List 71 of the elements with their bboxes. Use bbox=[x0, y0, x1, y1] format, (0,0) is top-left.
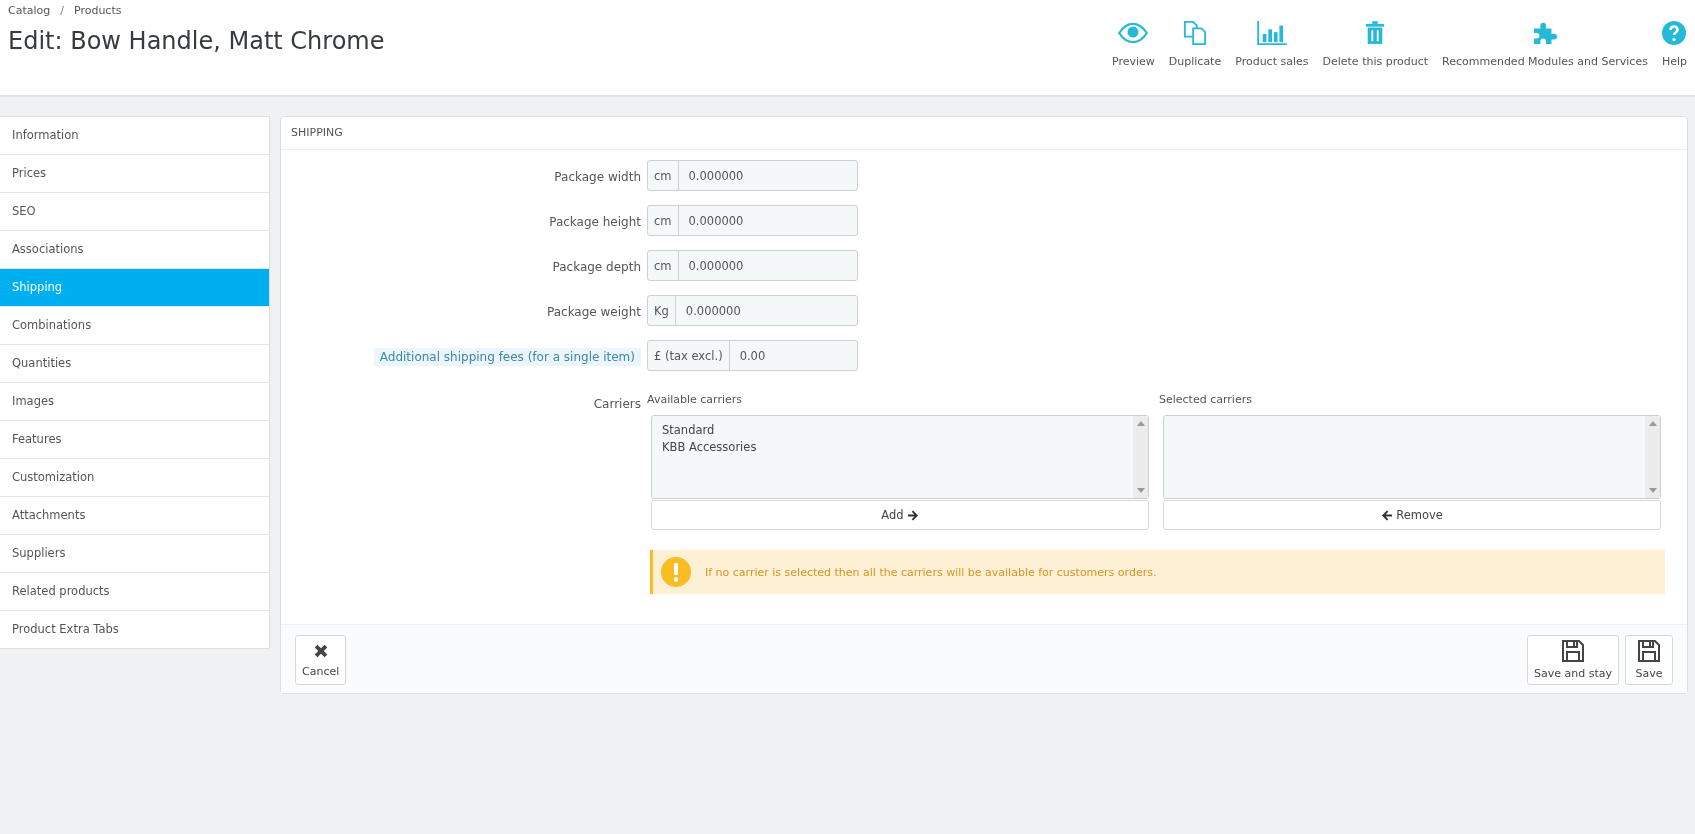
input-field[interactable]: Kg 0.000000 bbox=[647, 295, 858, 326]
save-and-stay-button[interactable]: Save and stay bbox=[1527, 635, 1619, 685]
breadcrumb-link[interactable]: Products bbox=[73, 4, 122, 17]
toolbar-button[interactable]: Recommended Modules and Services bbox=[1442, 20, 1648, 68]
page-title: Edit: Bow Handle, Matt Chrome bbox=[8, 27, 385, 55]
sidebar-tab[interactable]: SEO bbox=[0, 193, 269, 231]
sidebar-tab[interactable]: Customization bbox=[0, 459, 269, 497]
toolbar-button[interactable]: Duplicate bbox=[1168, 20, 1222, 68]
unit-addon: cm bbox=[648, 161, 679, 190]
sidebar-tab[interactable]: Suppliers bbox=[0, 535, 269, 573]
unit-addon: Kg bbox=[648, 296, 676, 325]
sidebar-tab[interactable]: Attachments bbox=[0, 497, 269, 535]
list-title: Available carriers bbox=[647, 393, 743, 406]
copy-icon bbox=[1183, 20, 1207, 46]
scroll-up-arrow-icon[interactable] bbox=[1648, 421, 1657, 426]
sidebar-tab[interactable]: Combinations bbox=[0, 307, 269, 345]
field-label: Package width bbox=[554, 170, 641, 184]
sidebar-tab[interactable]: Prices bbox=[0, 155, 269, 193]
toolbar-button[interactable]: Preview bbox=[1111, 20, 1155, 68]
scroll-down-arrow-icon[interactable] bbox=[1648, 488, 1657, 493]
warning-icon bbox=[661, 557, 691, 587]
arrow-right-icon bbox=[907, 509, 919, 521]
save-button[interactable]: Save bbox=[1625, 635, 1673, 685]
sidebar-tab[interactable]: Information bbox=[0, 117, 269, 155]
input-field[interactable]: cm 0.000000 bbox=[647, 205, 858, 236]
input-field[interactable]: cm 0.000000 bbox=[647, 160, 858, 191]
list-option[interactable]: Standard bbox=[662, 422, 1123, 439]
field-label: Package weight bbox=[547, 305, 641, 319]
toolbar-button[interactable]: Delete this product bbox=[1322, 20, 1428, 68]
puzzle-icon bbox=[1531, 20, 1558, 46]
breadcrumb-link[interactable]: Catalog bbox=[8, 4, 51, 17]
scrollbar[interactable] bbox=[1133, 416, 1148, 498]
warning-text: If no carrier is selected then all the carriers will be available for customers orders. bbox=[705, 565, 1157, 579]
panel-heading: SHIPPING bbox=[281, 117, 1687, 150]
carrier-list[interactable] bbox=[1163, 415, 1661, 499]
toolbar-button[interactable]: Help bbox=[1661, 20, 1687, 68]
unit-addon: £ (tax excl.) bbox=[648, 341, 730, 370]
scrollbar[interactable] bbox=[1645, 416, 1660, 498]
sidebar-tab[interactable]: Related products bbox=[0, 573, 269, 611]
carrier-list[interactable]: Standard KBB Accessories bbox=[651, 415, 1149, 499]
unit-addon: cm bbox=[648, 206, 679, 235]
add-button[interactable]: Add bbox=[651, 500, 1149, 530]
field-value: 0.000000 bbox=[687, 167, 745, 185]
input-field[interactable]: £ (tax excl.) 0.00 bbox=[647, 340, 858, 371]
eye-icon bbox=[1118, 20, 1149, 46]
help-icon bbox=[1662, 20, 1687, 46]
input-field[interactable]: cm 0.000000 bbox=[647, 250, 858, 281]
scroll-down-arrow-icon[interactable] bbox=[1136, 488, 1145, 493]
scroll-up-arrow-icon[interactable] bbox=[1136, 421, 1145, 426]
field-label: Package height bbox=[549, 215, 641, 229]
field-value: 0.00 bbox=[738, 347, 767, 365]
help-label: Additional shipping fees (for a single item) bbox=[373, 348, 641, 366]
field-value: 0.000000 bbox=[684, 302, 742, 320]
field-value: 0.000000 bbox=[687, 257, 745, 275]
list-title: Selected carriers bbox=[1159, 393, 1253, 406]
remove-button[interactable]: Remove bbox=[1163, 500, 1661, 530]
bar-chart-icon bbox=[1256, 20, 1287, 46]
sidebar-tab[interactable]: Product Extra Tabs bbox=[0, 611, 269, 648]
cancel-button[interactable]: Cancel bbox=[295, 635, 347, 685]
breadcrumb-separator: / bbox=[60, 4, 64, 17]
sidebar-tab[interactable]: Quantities bbox=[0, 345, 269, 383]
field-label: Package depth bbox=[552, 260, 641, 274]
unit-addon: cm bbox=[648, 251, 679, 280]
toolbar-button[interactable]: Product sales bbox=[1235, 20, 1309, 68]
sidebar-tab[interactable]: Features bbox=[0, 421, 269, 459]
field-value: 0.000000 bbox=[687, 212, 745, 230]
list-option[interactable]: KBB Accessories bbox=[662, 439, 1123, 456]
sidebar-tab[interactable]: Images bbox=[0, 383, 269, 421]
field-label: Carriers bbox=[593, 397, 641, 411]
trash-icon bbox=[1365, 20, 1386, 46]
arrow-left-icon bbox=[1381, 509, 1393, 521]
